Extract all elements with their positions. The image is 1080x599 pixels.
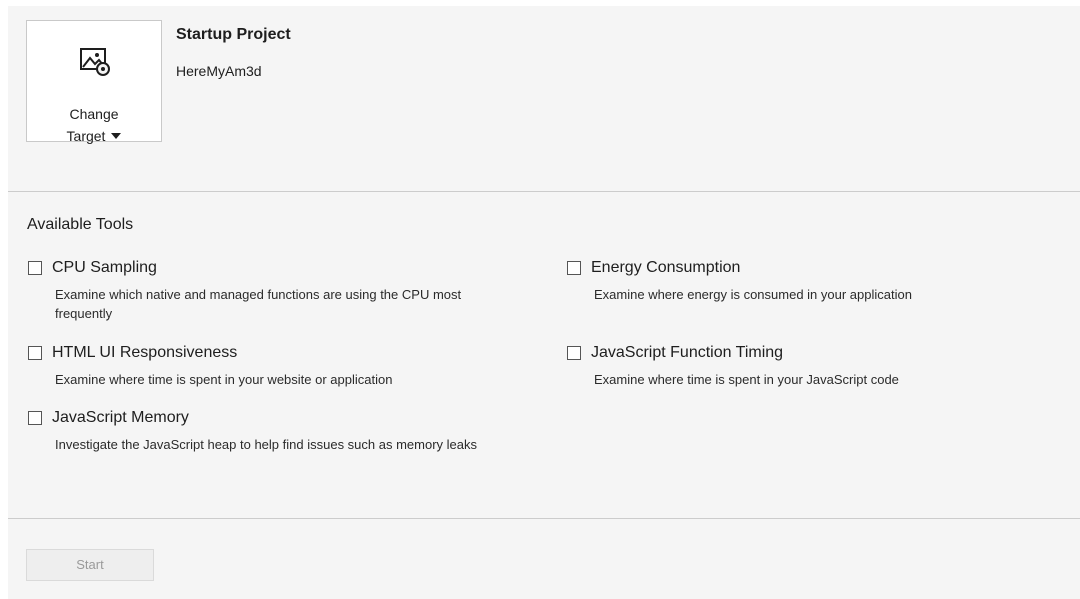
- tool-checkbox-row[interactable]: JavaScript Memory: [28, 409, 508, 427]
- tool-checkbox-row[interactable]: Energy Consumption: [567, 259, 1047, 277]
- tool-description: Examine where energy is consumed in your…: [594, 287, 912, 302]
- tool-checkbox[interactable]: [567, 261, 581, 275]
- tool-checkbox-row[interactable]: CPU Sampling: [28, 259, 508, 277]
- tool-description: Examine where time is spent in your webs…: [55, 372, 393, 387]
- tool-description: Examine where time is spent in your Java…: [594, 372, 899, 387]
- divider: [8, 518, 1080, 519]
- tool-javascript-memory: JavaScript Memory Investigate the JavaSc…: [28, 409, 508, 454]
- start-button[interactable]: Start: [26, 549, 154, 581]
- change-target-label-line1: Change: [69, 106, 119, 122]
- tool-checkbox-row[interactable]: JavaScript Function Timing: [567, 344, 1047, 362]
- tool-description: Investigate the JavaScript heap to help …: [55, 437, 477, 452]
- dropdown-caret-icon: [111, 133, 122, 139]
- tool-cpu-sampling: CPU Sampling Examine which native and ma…: [28, 259, 508, 323]
- tool-name: JavaScript Memory: [52, 409, 189, 426]
- available-tools-title: Available Tools: [27, 216, 134, 233]
- image-settings-icon: [80, 48, 110, 76]
- tool-name: CPU Sampling: [52, 259, 157, 276]
- tool-checkbox[interactable]: [28, 346, 42, 360]
- startup-project-title: Startup Project: [176, 26, 291, 43]
- tool-description: Examine which native and managed functio…: [55, 287, 462, 321]
- tool-javascript-function-timing: JavaScript Function Timing Examine where…: [567, 344, 1047, 389]
- divider: [8, 191, 1080, 192]
- change-target-button[interactable]: Change Target: [26, 20, 162, 144]
- tool-checkbox[interactable]: [28, 411, 42, 425]
- tool-checkbox[interactable]: [567, 346, 581, 360]
- tool-html-ui-responsiveness: HTML UI Responsiveness Examine where tim…: [28, 344, 508, 389]
- tool-energy-consumption: Energy Consumption Examine where energy …: [567, 259, 1047, 304]
- startup-project-name: HereMyAm3d: [176, 63, 262, 79]
- tool-checkbox-row[interactable]: HTML UI Responsiveness: [28, 344, 508, 362]
- change-target-label-line2: Target: [66, 128, 106, 144]
- tool-name: JavaScript Function Timing: [591, 344, 784, 361]
- tool-name: Energy Consumption: [591, 259, 741, 276]
- diagnostics-panel: Change Target Startup Project HereMyAm3d…: [8, 6, 1080, 599]
- tool-name: HTML UI Responsiveness: [52, 344, 238, 361]
- tool-checkbox[interactable]: [28, 261, 42, 275]
